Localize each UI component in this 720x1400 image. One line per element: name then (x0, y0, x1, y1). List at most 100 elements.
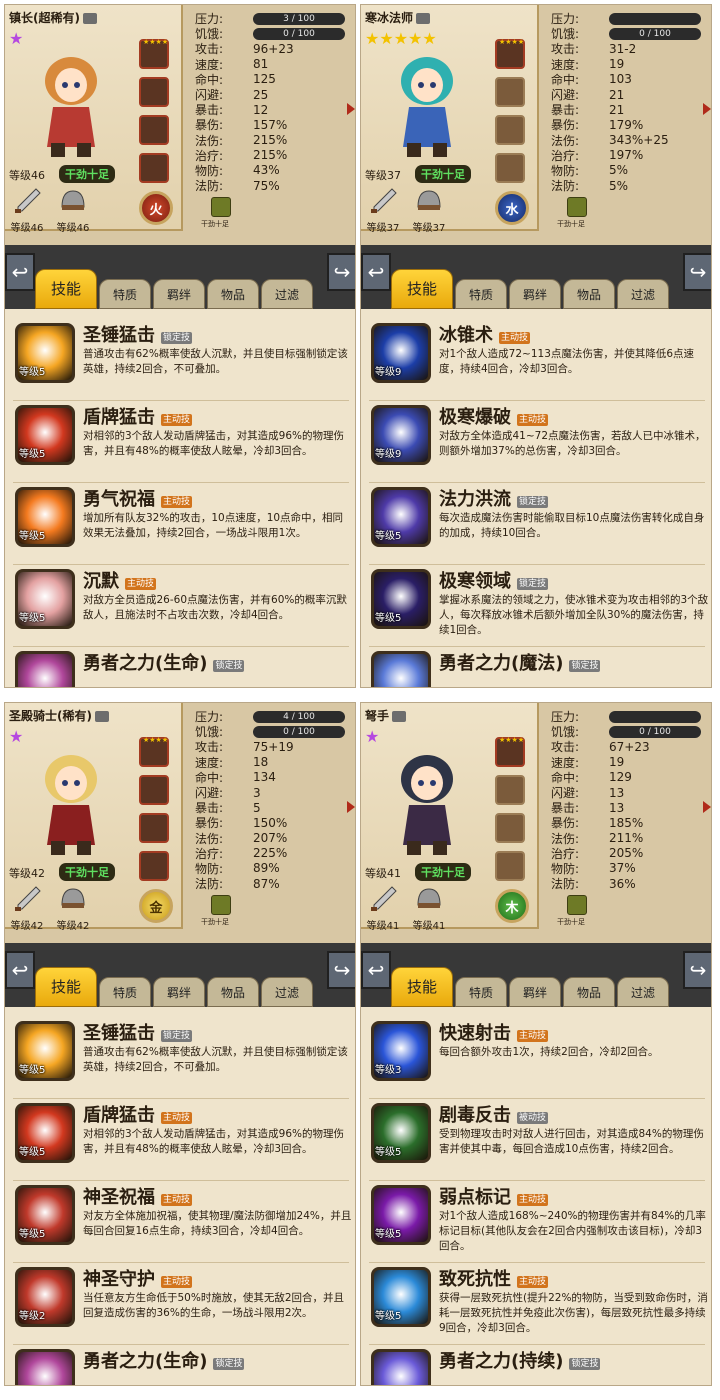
tab-items[interactable]: 物品 (563, 977, 615, 1007)
skill-item[interactable]: 等级5 盾牌猛击 主动技 对相邻的3个敌人发动盾牌猛击，对其造成96%的物理伤害，并且… (13, 1099, 349, 1181)
skill-item[interactable]: 等级5 法力洪流 锁定技 每次造成魔法伤害时能偷取目标10点魔法伤害转化成自身的加成，… (369, 483, 705, 565)
info-icon[interactable] (94, 711, 109, 722)
tab-traits[interactable]: 特质 (455, 977, 507, 1007)
element-badge[interactable]: 火 (139, 191, 173, 225)
tab-bonds[interactable]: 羁绊 (153, 279, 205, 309)
skill-item[interactable]: 等级5 剧毒反击 被动技 受到物理攻击时对敌人进行回击，对其造成84%的物理伤害并使其… (369, 1099, 705, 1181)
tab-items[interactable]: 物品 (207, 977, 259, 1007)
stat-row-speed: 速度: 18 (195, 755, 355, 770)
skill-item[interactable]: 等级5 圣锤猛击 锁定技 普通攻击有62%概率使敌人沉默，并且使目标强制锁定该英雄，持… (13, 319, 349, 401)
equipment-slot[interactable]: ★★★★ (139, 736, 169, 767)
skill-item[interactable]: 等级5 致死抗性 主动技 获得一层致死抗性(提升22%的物防，当受到致命伤时，消耗一层… (369, 1263, 708, 1345)
skill-item[interactable]: 勇者之力(魔法) 锁定技 (369, 647, 705, 687)
prev-character-button[interactable]: ↩ (5, 253, 35, 291)
tab-items[interactable]: 物品 (563, 279, 615, 309)
tab-skills[interactable]: 技能 (391, 967, 453, 1007)
motivation-item-icon[interactable] (567, 895, 587, 915)
equipment-slot[interactable] (495, 153, 525, 183)
tab-bonds[interactable]: 羁绊 (509, 279, 561, 309)
tab-skills[interactable]: 技能 (35, 967, 97, 1007)
armor-slot[interactable]: 等级37 (409, 187, 449, 234)
next-character-button[interactable]: ↪ (327, 253, 355, 291)
skill-item[interactable]: 等级5 沉默 主动技 对敌方全员造成26-60点魔法伤害，并有60%的概率沉默敌人，且… (13, 565, 349, 647)
skill-icon[interactable] (371, 1349, 431, 1385)
skill-item[interactable]: 等级5 勇气祝福 主动技 增加所有队友32%的攻击，10点速度，10点命中，相同效果无… (13, 483, 349, 565)
element-badge[interactable]: 金 (139, 889, 173, 923)
next-arrow-icon[interactable] (703, 801, 711, 813)
skill-item[interactable]: 等级5 圣锤猛击 锁定技 普通攻击有62%概率使敌人沉默，并且使目标强制锁定该英雄，持… (13, 1017, 349, 1099)
equipment-slot[interactable] (495, 813, 525, 843)
skill-name-text: 勇者之力(生命) (83, 1351, 208, 1372)
weapon-slot[interactable]: 等级46 (7, 187, 47, 234)
tab-traits[interactable]: 特质 (455, 279, 507, 309)
next-character-button[interactable]: ↪ (327, 951, 355, 989)
equipment-slot[interactable]: ★★★★ (495, 736, 525, 767)
equipment-slot[interactable]: ★★★★ (139, 38, 169, 69)
equipment-slot[interactable] (139, 77, 169, 107)
skill-item[interactable]: 勇者之力(持续) 锁定技 (369, 1345, 705, 1385)
tab-bonds[interactable]: 羁绊 (153, 977, 205, 1007)
tab-filter[interactable]: 过滤 (617, 977, 669, 1007)
prev-character-button[interactable]: ↩ (5, 951, 35, 989)
weapon-slot[interactable]: 等级42 (7, 885, 47, 932)
tab-bonds[interactable]: 羁绊 (509, 977, 561, 1007)
equipment-slot[interactable] (495, 775, 525, 805)
motivation-badge: 干劲十足 (59, 165, 115, 183)
skill-item[interactable]: 等级5 盾牌猛击 主动技 对相邻的3个敌人发动盾牌猛击，对其造成96%的物理伤害，并且… (13, 401, 349, 483)
armor-slot[interactable]: 等级41 (409, 885, 449, 932)
skill-item[interactable]: 等级9 极寒爆破 主动技 对敌方全体造成41~72点魔法伤害，若敌人已中冰锥术，则额外… (369, 401, 706, 483)
skill-item[interactable]: 勇者之力(生命) 锁定技 (13, 647, 349, 687)
element-badge[interactable]: 水 (495, 191, 529, 225)
skill-description: 每次造成魔法伤害时能偷取目标10点魔法伤害转化成自身的加成，持续10回合。 (439, 512, 705, 539)
skill-item[interactable]: 勇者之力(生命) 锁定技 (13, 1345, 349, 1385)
skill-item[interactable]: 等级2 神圣守护 主动技 当任意友方生命低于50%时施放，使其无敌2回合，并且回复造成… (13, 1263, 349, 1345)
hero-portrait[interactable] (379, 47, 475, 159)
tab-filter[interactable]: 过滤 (617, 279, 669, 309)
skill-item[interactable]: 等级9 冰锥术 主动技 对1个敌人造成72~113点魔法伤害，并使其降低6点速度，持续… (369, 319, 705, 401)
info-icon[interactable] (82, 13, 97, 24)
prev-character-button[interactable]: ↩ (361, 253, 391, 291)
skill-icon[interactable] (15, 651, 75, 687)
element-badge[interactable]: 木 (495, 889, 529, 923)
motivation-item-icon[interactable] (567, 197, 587, 217)
next-arrow-icon[interactable] (347, 103, 355, 115)
armor-slot[interactable]: 等级46 (53, 187, 93, 234)
tab-traits[interactable]: 特质 (99, 977, 151, 1007)
skill-item[interactable]: 等级5 极寒领域 锁定技 掌握冰系魔法的领域之力，使冰锥术变为攻击相邻的3个敌人，每次… (369, 565, 708, 647)
equipment-slot[interactable] (139, 775, 169, 805)
next-arrow-icon[interactable] (703, 103, 711, 115)
tab-traits[interactable]: 特质 (99, 279, 151, 309)
equipment-slot[interactable] (139, 153, 169, 183)
weapon-slot[interactable]: 等级41 (363, 885, 403, 932)
skill-icon[interactable] (15, 1349, 75, 1385)
equipment-slot[interactable] (139, 115, 169, 145)
armor-slot[interactable]: 等级42 (53, 885, 93, 932)
tab-filter[interactable]: 过滤 (261, 977, 313, 1007)
skill-item[interactable]: 等级3 快速射击 主动技 每回合额外攻击1次，持续2回合，冷却2回合。 (369, 1017, 705, 1099)
hero-portrait[interactable] (23, 745, 119, 857)
skill-item[interactable]: 等级5 神圣祝福 主动技 对友方全体施加祝福，使其物理/魔法防御增加24%，并且每回合… (13, 1181, 351, 1263)
equipment-slot[interactable] (495, 115, 525, 145)
tab-items[interactable]: 物品 (207, 279, 259, 309)
hero-portrait[interactable] (379, 745, 475, 857)
next-character-button[interactable]: ↪ (683, 951, 711, 989)
hero-portrait[interactable] (23, 47, 119, 159)
equipment-slot[interactable] (139, 813, 169, 843)
equipment-slot[interactable] (495, 77, 525, 107)
tab-filter[interactable]: 过滤 (261, 279, 313, 309)
motivation-item-icon[interactable] (211, 895, 231, 915)
weapon-slot[interactable]: 等级37 (363, 187, 403, 234)
info-icon[interactable] (392, 711, 407, 722)
equipment-slot[interactable]: ★★★★ (495, 38, 525, 69)
equipment-slot[interactable] (495, 851, 525, 881)
next-character-button[interactable]: ↪ (683, 253, 711, 291)
motivation-item-icon[interactable] (211, 197, 231, 217)
equipment-slot[interactable] (139, 851, 169, 881)
tab-skills[interactable]: 技能 (391, 269, 453, 309)
prev-character-button[interactable]: ↩ (361, 951, 391, 989)
skill-item[interactable]: 等级5 弱点标记 主动技 对1个敌人造成168%~240%的物理伤害并有84%的几率标… (369, 1181, 706, 1263)
tab-skills[interactable]: 技能 (35, 269, 97, 309)
next-arrow-icon[interactable] (347, 801, 355, 813)
info-icon[interactable] (416, 13, 431, 24)
skill-icon[interactable] (371, 651, 431, 687)
